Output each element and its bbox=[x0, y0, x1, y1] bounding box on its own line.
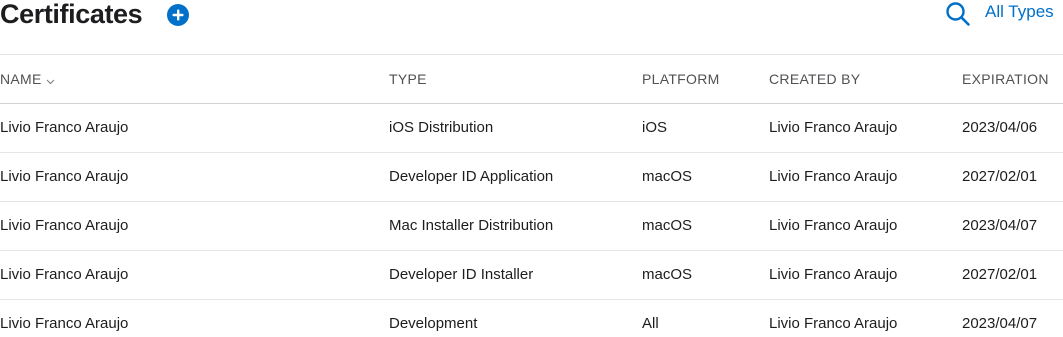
search-button[interactable] bbox=[945, 1, 971, 27]
cell-created-by: Livio Franco Araujo bbox=[769, 168, 898, 185]
cell-platform: macOS bbox=[642, 266, 693, 283]
table-row[interactable]: Livio Franco Araujo iOS Distribution iOS… bbox=[0, 104, 1063, 153]
cell-type: iOS Distribution bbox=[389, 119, 494, 136]
table-row[interactable]: Livio Franco Araujo Mac Installer Distri… bbox=[0, 202, 1063, 251]
table-row[interactable]: Livio Franco Araujo Development All Livi… bbox=[0, 300, 1063, 337]
cell-created-by: Livio Franco Araujo bbox=[769, 315, 898, 332]
page-title: Certificates bbox=[0, 0, 143, 29]
table-row[interactable]: Livio Franco Araujo Developer ID Applica… bbox=[0, 153, 1063, 202]
column-header-expiration: EXPIRATION bbox=[962, 71, 1049, 87]
cell-expiration: 2023/04/07 bbox=[962, 217, 1038, 234]
cell-type: Development bbox=[389, 315, 478, 332]
chevron-down-icon bbox=[46, 71, 55, 89]
column-header-platform: PLATFORM bbox=[642, 71, 720, 87]
cell-created-by: Livio Franco Araujo bbox=[769, 217, 898, 234]
table-row[interactable]: Livio Franco Araujo Developer ID Install… bbox=[0, 251, 1063, 300]
table-header: NAME TYPE PLATFORM CREATED BY EXPIRATION bbox=[0, 55, 1063, 104]
cell-expiration: 2027/02/01 bbox=[962, 168, 1038, 185]
cell-expiration: 2023/04/06 bbox=[962, 119, 1038, 136]
cell-type: Developer ID Installer bbox=[389, 266, 534, 283]
cell-type: Developer ID Application bbox=[389, 168, 554, 185]
column-header-created-by: CREATED BY bbox=[769, 71, 861, 87]
cell-platform: macOS bbox=[642, 217, 693, 234]
cell-name: Livio Franco Araujo bbox=[0, 315, 129, 332]
cell-name: Livio Franco Araujo bbox=[0, 266, 129, 283]
page-header: Certificates All Types bbox=[0, 0, 1063, 55]
cell-created-by: Livio Franco Araujo bbox=[769, 266, 898, 283]
column-header-type: TYPE bbox=[389, 71, 427, 87]
plus-circle-icon bbox=[172, 9, 184, 21]
cell-platform: All bbox=[642, 315, 659, 332]
cell-created-by: Livio Franco Araujo bbox=[769, 119, 898, 136]
cell-type: Mac Installer Distribution bbox=[389, 217, 554, 234]
column-header-name[interactable]: NAME bbox=[0, 70, 55, 89]
search-icon bbox=[946, 2, 970, 26]
add-certificate-button[interactable] bbox=[167, 4, 189, 26]
cell-platform: iOS bbox=[642, 119, 668, 136]
column-header-label: NAME bbox=[0, 71, 42, 87]
cell-expiration: 2023/04/07 bbox=[962, 315, 1038, 332]
cell-name: Livio Franco Araujo bbox=[0, 168, 129, 185]
cell-platform: macOS bbox=[642, 168, 693, 185]
cell-expiration: 2027/02/01 bbox=[962, 266, 1038, 283]
cell-name: Livio Franco Araujo bbox=[0, 119, 129, 136]
cell-name: Livio Franco Araujo bbox=[0, 217, 129, 234]
certificates-page: Certificates All Types NAME TYPE PLATFOR… bbox=[0, 0, 1063, 337]
type-filter-dropdown[interactable]: All Types bbox=[985, 2, 1054, 22]
